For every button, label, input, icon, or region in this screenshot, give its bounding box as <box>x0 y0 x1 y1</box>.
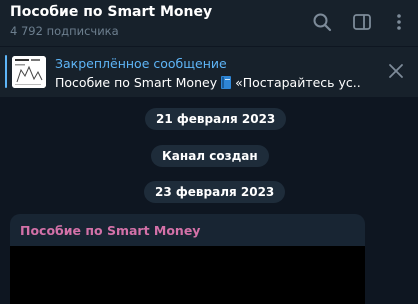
chat-header: Пособие по Smart Money 4 792 подписчика <box>0 0 418 46</box>
more-vertical-icon[interactable] <box>388 11 410 33</box>
service-message-channel-created: Канал создан <box>151 145 269 167</box>
date-separator: 23 февраля 2023 <box>144 181 286 203</box>
book-emoji-icon <box>221 76 232 89</box>
sidebar-toggle-icon[interactable] <box>351 11 373 33</box>
search-icon[interactable] <box>311 11 333 33</box>
pinned-preview-title: Пособие по Smart Money <box>55 75 218 90</box>
message-author[interactable]: Пособие по Smart Money <box>20 223 200 238</box>
pinned-message-bar[interactable]: Закреплённое сообщение Пособие по Smart … <box>0 47 418 97</box>
pinned-preview-quote: «Постарайтесь ус... <box>235 75 360 90</box>
date-separator: 21 февраля 2023 <box>145 108 287 130</box>
channel-title[interactable]: Пособие по Smart Money <box>10 4 212 20</box>
message-media[interactable] <box>10 246 365 304</box>
close-icon[interactable] <box>387 62 405 80</box>
pinned-indicator <box>5 55 7 88</box>
pinned-preview: Пособие по Smart Money «Постарайтесь ус..… <box>55 75 360 90</box>
pinned-label: Закреплённое сообщение <box>55 56 227 71</box>
subscriber-count: 4 792 подписчика <box>10 24 119 38</box>
pinned-thumbnail <box>12 56 46 88</box>
